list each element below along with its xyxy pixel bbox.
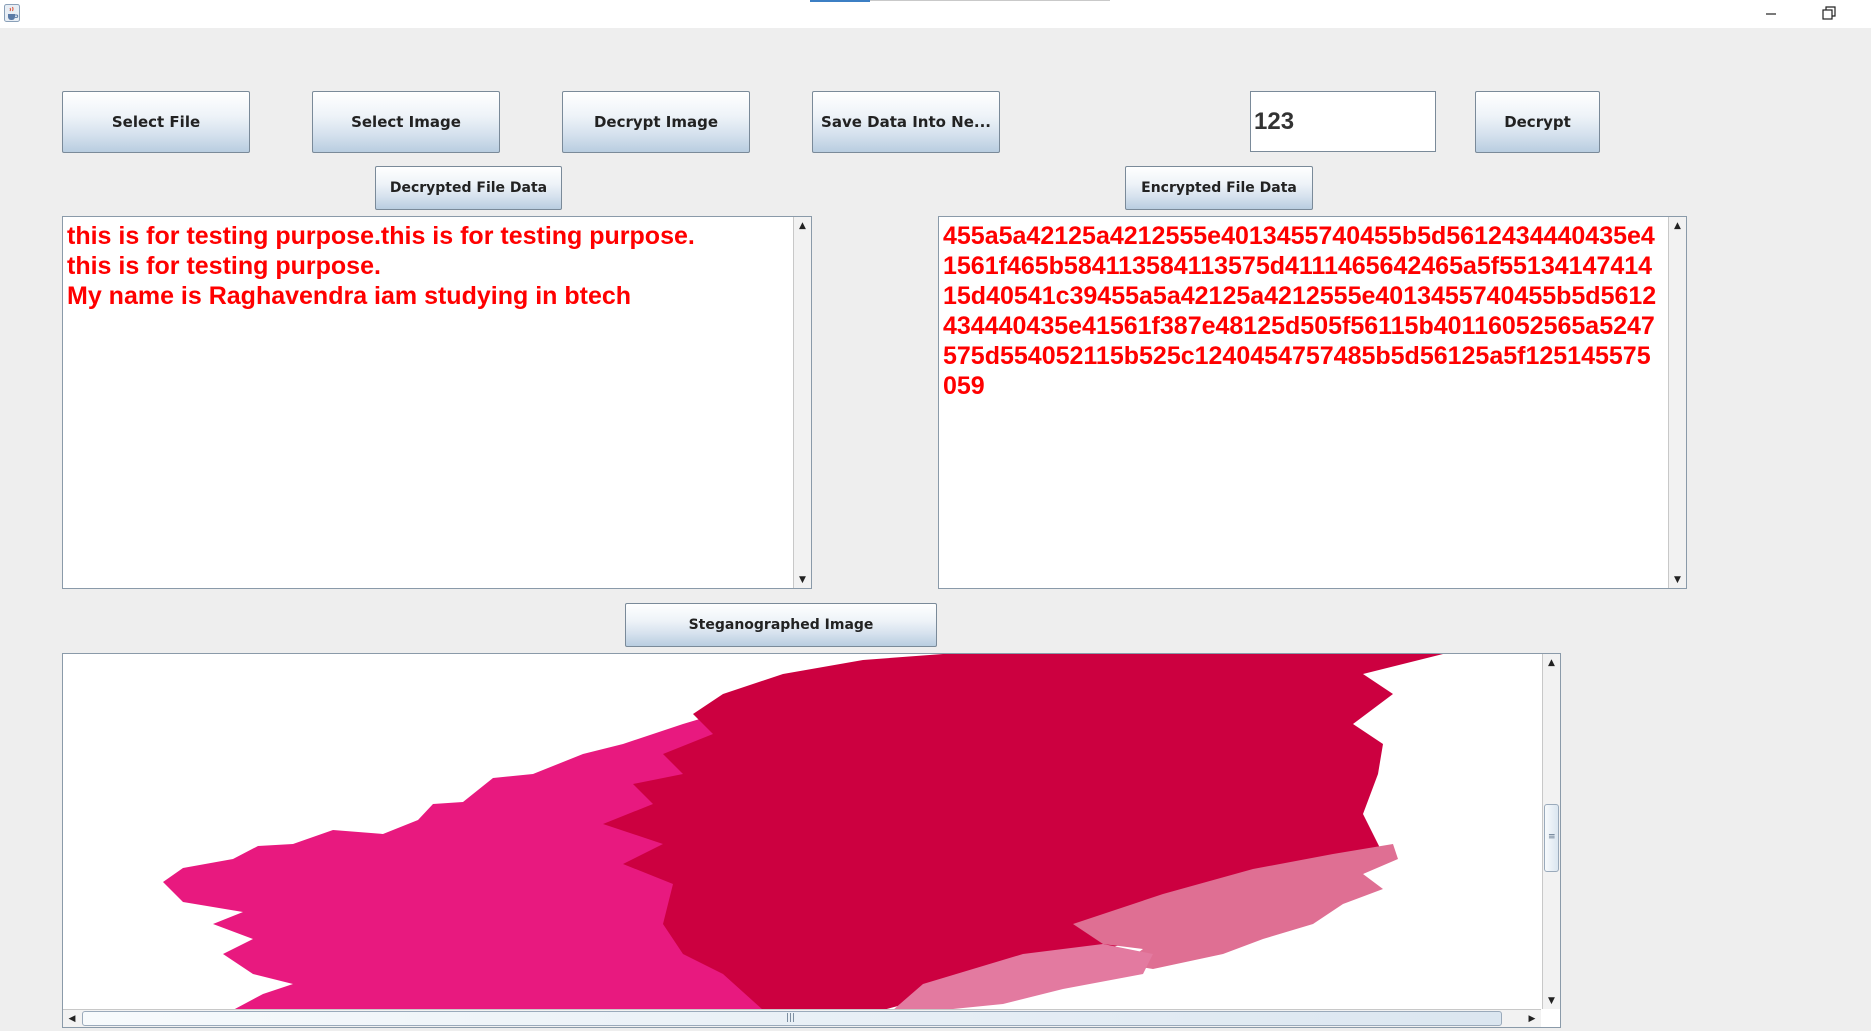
java-cup-icon[interactable] — [4, 4, 20, 22]
select-image-button[interactable]: Select Image — [312, 91, 500, 153]
restore-icon[interactable] — [1818, 2, 1840, 24]
scroll-down-arrow-icon[interactable]: ▼ — [1669, 571, 1686, 588]
decrypted-text-area[interactable]: this is for testing purpose.this is for … — [62, 216, 812, 589]
save-data-button[interactable]: Save Data Into Ne... — [812, 91, 1000, 153]
scroll-up-arrow-icon[interactable]: ▲ — [1669, 217, 1686, 234]
title-divider-line — [870, 0, 1110, 1]
scroll-up-arrow-icon[interactable]: ▲ — [1543, 654, 1560, 671]
minimize-icon[interactable] — [1760, 2, 1782, 24]
vertical-scroll-thumb[interactable]: ≡ — [1544, 804, 1559, 872]
title-accent-line — [810, 0, 870, 2]
decrypted-vertical-scrollbar[interactable]: ▲ ▼ — [793, 217, 811, 588]
scroll-right-arrow-icon[interactable]: ▶ — [1523, 1010, 1541, 1027]
decrypt-image-button[interactable]: Decrypt Image — [562, 91, 750, 153]
decrypted-file-data-button[interactable]: Decrypted File Data — [375, 166, 562, 210]
window-title-bar — [0, 0, 1871, 28]
image-horizontal-scrollbar[interactable]: ◀ ||| ▶ — [63, 1009, 1541, 1027]
grip-icon: ≡ — [1548, 832, 1556, 842]
key-input[interactable] — [1250, 91, 1436, 152]
encrypted-file-data-button[interactable]: Encrypted File Data — [1125, 166, 1313, 210]
scroll-left-arrow-icon[interactable]: ◀ — [63, 1010, 81, 1027]
decrypted-text[interactable]: this is for testing purpose.this is for … — [65, 219, 791, 586]
scroll-up-arrow-icon[interactable]: ▲ — [794, 217, 811, 234]
steganographed-image-button[interactable]: Steganographed Image — [625, 603, 937, 647]
select-file-button[interactable]: Select File — [62, 91, 250, 153]
decrypt-button[interactable]: Decrypt — [1475, 91, 1600, 153]
scroll-down-arrow-icon[interactable]: ▼ — [1543, 992, 1560, 1009]
scroll-down-arrow-icon[interactable]: ▼ — [794, 571, 811, 588]
encrypted-vertical-scrollbar[interactable]: ▲ ▼ — [1668, 217, 1686, 588]
steganographed-image-pane[interactable]: ▲ ≡ ▼ ◀ ||| ▶ — [62, 653, 1561, 1028]
horizontal-scroll-thumb[interactable]: ||| — [82, 1011, 1502, 1026]
image-vertical-scrollbar[interactable]: ▲ ≡ ▼ — [1542, 654, 1560, 1009]
grip-icon: ||| — [786, 1013, 796, 1023]
pink-paint-stroke-image — [163, 654, 1443, 1010]
encrypted-text-area[interactable]: 455a5a42125a4212555e4013455740455b5d5612… — [938, 216, 1687, 589]
encrypted-text[interactable]: 455a5a42125a4212555e4013455740455b5d5612… — [941, 219, 1666, 586]
